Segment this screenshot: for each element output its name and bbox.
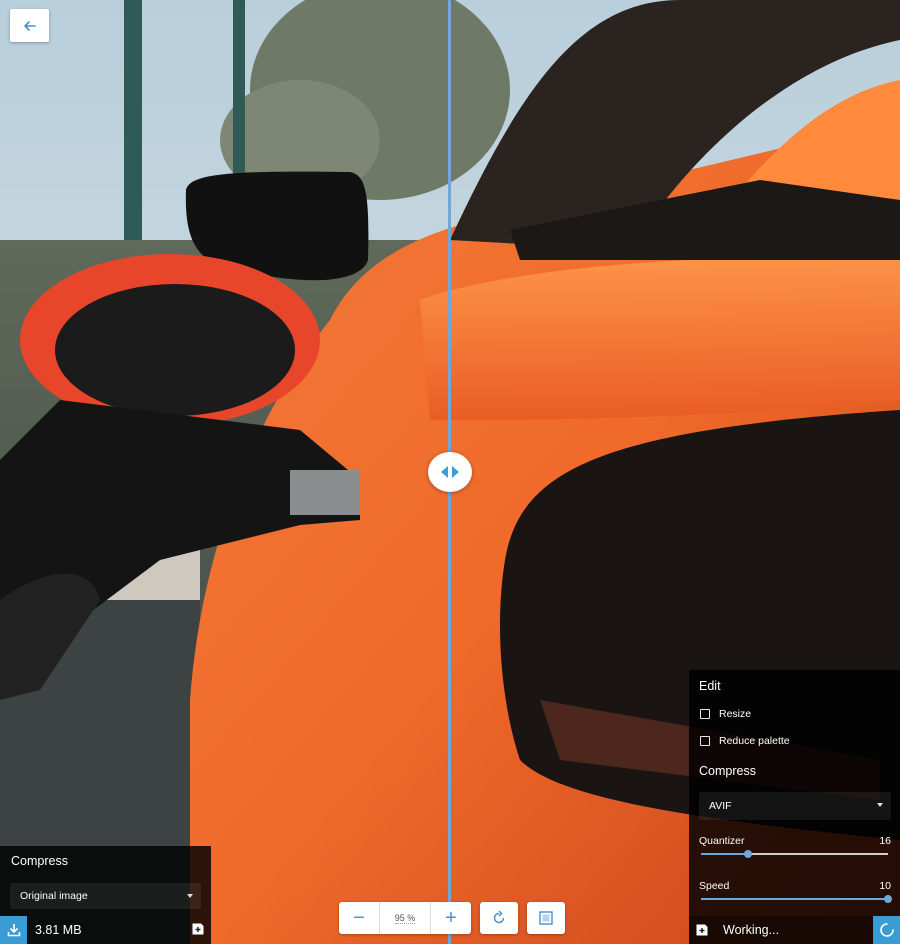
edit-heading: Edit	[699, 679, 721, 693]
zoom-controls: − 95 % +	[339, 902, 565, 934]
minus-icon: −	[353, 906, 365, 929]
left-options-panel: Compress Original image 3.81 MB	[0, 846, 211, 944]
speed-value: 10	[879, 880, 891, 892]
quantizer-thumb[interactable]	[743, 850, 752, 858]
right-footer: Working...	[689, 916, 900, 944]
left-select-value: Original image	[20, 890, 88, 902]
divider-handle[interactable]	[428, 452, 472, 492]
save-options-icon[interactable]	[695, 923, 709, 937]
rotate-icon	[493, 910, 505, 924]
format-select[interactable]: AVIF	[699, 792, 891, 820]
left-footer: 3.81 MB	[0, 916, 211, 944]
background-icon	[539, 911, 553, 925]
download-icon	[7, 924, 20, 937]
quantizer-fill	[701, 853, 748, 855]
download-button[interactable]	[0, 916, 27, 944]
reduce-palette-option[interactable]: Reduce palette	[700, 735, 790, 747]
rotate-button[interactable]	[480, 902, 518, 934]
background-toggle-button[interactable]	[527, 902, 565, 934]
resize-checkbox[interactable]	[700, 709, 710, 719]
left-compress-select[interactable]: Original image	[10, 883, 201, 909]
plus-icon: +	[445, 906, 457, 929]
status-text: Working...	[723, 923, 780, 937]
speed-label: Speed	[699, 880, 730, 892]
chevron-down-icon	[877, 803, 883, 807]
spinner-icon	[879, 923, 894, 937]
zoom-group: − 95 % +	[339, 902, 471, 934]
resize-label: Resize	[719, 708, 752, 720]
resize-option[interactable]: Resize	[700, 708, 751, 720]
split-arrows-icon	[441, 466, 459, 478]
back-button[interactable]	[10, 9, 49, 42]
quantizer-slider[interactable]	[701, 850, 888, 858]
file-size: 3.81 MB	[35, 923, 82, 937]
zoom-value: 95 %	[394, 912, 416, 924]
compress-heading: Compress	[699, 764, 756, 778]
processing-indicator	[873, 916, 900, 944]
zoom-out-button[interactable]: −	[339, 902, 379, 934]
left-compress-heading: Compress	[11, 854, 68, 868]
save-options-icon[interactable]	[191, 922, 205, 936]
quantizer-label: Quantizer	[699, 835, 745, 847]
speed-slider[interactable]	[701, 895, 892, 903]
zoom-in-button[interactable]: +	[431, 902, 471, 934]
arrow-left-icon	[23, 20, 36, 31]
reduce-palette-label: Reduce palette	[719, 735, 790, 747]
zoom-value-input[interactable]: 95 %	[380, 902, 430, 934]
reduce-palette-checkbox[interactable]	[700, 736, 710, 746]
chevron-down-icon	[187, 894, 193, 898]
speed-thumb[interactable]	[884, 895, 892, 903]
quantizer-value: 16	[879, 835, 891, 847]
right-options-panel: Edit Resize Reduce palette Compress AVIF…	[689, 670, 900, 944]
speed-fill	[701, 898, 888, 900]
format-value: AVIF	[709, 800, 732, 812]
